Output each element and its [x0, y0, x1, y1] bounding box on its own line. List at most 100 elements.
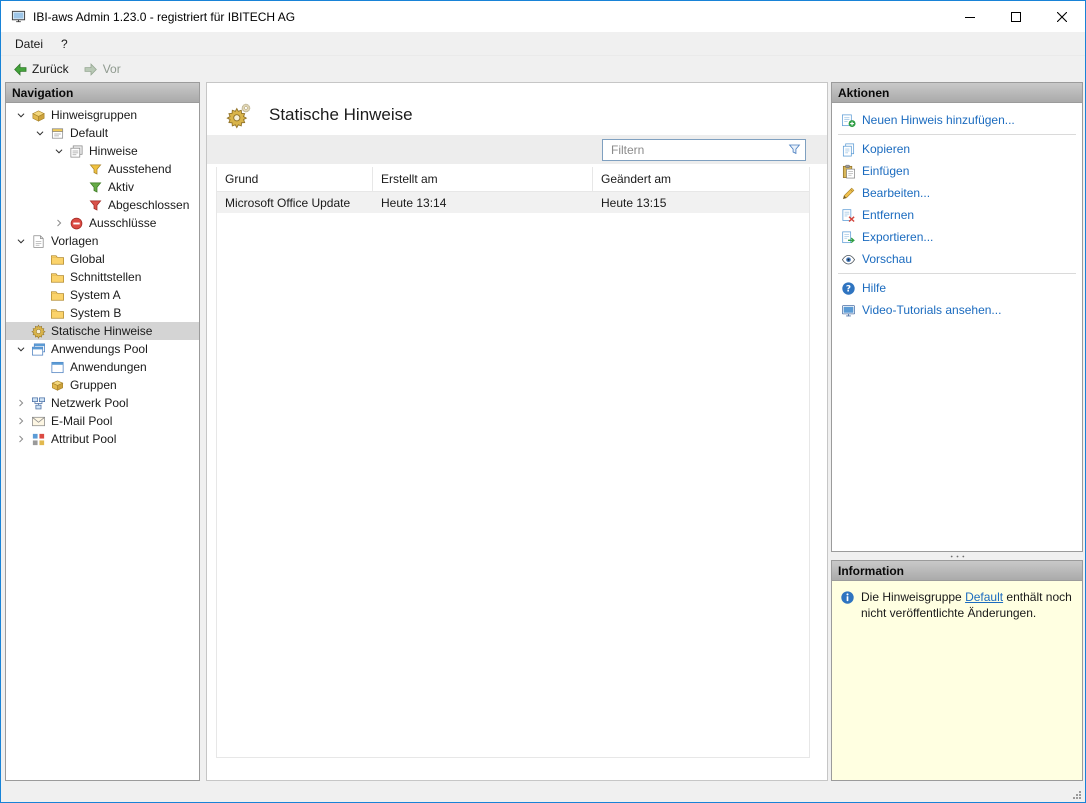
- forward-arrow-icon: [83, 61, 99, 77]
- export-icon: [840, 229, 856, 245]
- tree-item-statische-hinweise[interactable]: Statische Hinweise: [6, 322, 199, 340]
- tree-item-label: Vorlagen: [51, 234, 102, 248]
- tree-item-hinweise[interactable]: Hinweise: [6, 142, 199, 160]
- tree-item-label: Gruppen: [70, 378, 121, 392]
- chevron-right-icon[interactable]: [12, 413, 30, 429]
- tree-item-schnittstellen[interactable]: Schnittstellen: [6, 268, 199, 286]
- filter-funnel-icon[interactable]: [786, 142, 802, 158]
- funnel-green-icon: [87, 179, 103, 195]
- tree-item-default[interactable]: Default: [6, 124, 199, 142]
- tree-item-label: Hinweisgruppen: [51, 108, 141, 122]
- action-label[interactable]: Kopieren: [862, 142, 910, 156]
- maximize-button[interactable]: [993, 1, 1039, 32]
- separator: [838, 134, 1076, 135]
- action-vorschau[interactable]: Vorschau: [832, 248, 1082, 270]
- tree-item-gruppen[interactable]: Gruppen: [6, 376, 199, 394]
- navigation-panel: Navigation HinweisgruppenDefaultHinweise…: [5, 82, 200, 781]
- action-hilfe[interactable]: ?Hilfe: [832, 277, 1082, 299]
- action-neuen-hinweis-hinzufuegen[interactable]: Neuen Hinweis hinzufügen...: [832, 109, 1082, 131]
- chevron-right-icon[interactable]: [50, 215, 68, 231]
- action-label[interactable]: Neuen Hinweis hinzufügen...: [862, 113, 1015, 127]
- action-einfuegen[interactable]: Einfügen: [832, 160, 1082, 182]
- action-label[interactable]: Bearbeiten...: [862, 186, 930, 200]
- hint-groups-icon: [30, 107, 46, 123]
- tree-item-vorlagen[interactable]: Vorlagen: [6, 232, 199, 250]
- expander-spacer: [31, 269, 49, 285]
- column-header-erstellt-am[interactable]: Erstellt am: [373, 167, 593, 191]
- expander-spacer: [69, 179, 87, 195]
- action-exportieren[interactable]: Exportieren...: [832, 226, 1082, 248]
- table-header-row: GrundErstellt amGeändert am: [217, 167, 809, 192]
- tree-item-aktiv[interactable]: Aktiv: [6, 178, 199, 196]
- panel-splitter[interactable]: [831, 552, 1083, 560]
- app-pool-icon: [30, 341, 46, 357]
- tree-item-label: Ausschlüsse: [89, 216, 160, 230]
- column-header-geaendert-am[interactable]: Geändert am: [593, 167, 809, 191]
- action-entfernen[interactable]: Entfernen: [832, 204, 1082, 226]
- content-header: Statische Hinweise: [207, 83, 827, 135]
- folder-icon: [49, 305, 65, 321]
- tree-item-global[interactable]: Global: [6, 250, 199, 268]
- tree-item-label: Netzwerk Pool: [51, 396, 132, 410]
- tree-item-hinweisgruppen[interactable]: Hinweisgruppen: [6, 106, 199, 124]
- tree-item-anwendungs-pool[interactable]: Anwendungs Pool: [6, 340, 199, 358]
- menu-item-datei[interactable]: Datei: [6, 34, 52, 54]
- column-header-grund[interactable]: Grund: [217, 167, 373, 191]
- action-label[interactable]: Exportieren...: [862, 230, 933, 244]
- action-video-tutorials-ansehen[interactable]: Video-Tutorials ansehen...: [832, 299, 1082, 321]
- tree-item-ausschluesse[interactable]: Ausschlüsse: [6, 214, 199, 232]
- edit-icon: [840, 185, 856, 201]
- table-row[interactable]: Microsoft Office UpdateHeute 13:14Heute …: [217, 192, 809, 213]
- tree-item-e-mail-pool[interactable]: E-Mail Pool: [6, 412, 199, 430]
- default-group-link[interactable]: Default: [965, 590, 1003, 604]
- chevron-down-icon[interactable]: [12, 233, 30, 249]
- actions-panel: Aktionen Neuen Hinweis hinzufügen... Kopi…: [831, 82, 1083, 552]
- minimize-button[interactable]: [947, 1, 993, 32]
- chevron-down-icon[interactable]: [31, 125, 49, 141]
- tree-item-ausstehend[interactable]: Ausstehend: [6, 160, 199, 178]
- action-label[interactable]: Video-Tutorials ansehen...: [862, 303, 1001, 317]
- tree-item-label: Aktiv: [108, 180, 138, 194]
- exclusions-icon: [68, 215, 84, 231]
- tree-item-attribut-pool[interactable]: Attribut Pool: [6, 430, 199, 448]
- chevron-down-icon[interactable]: [12, 107, 30, 123]
- action-label[interactable]: Vorschau: [862, 252, 912, 266]
- action-label[interactable]: Entfernen: [862, 208, 914, 222]
- app-window: IBI-aws Admin 1.23.0 - registriert für I…: [0, 0, 1086, 803]
- actions-panel-header: Aktionen: [832, 83, 1082, 103]
- actions-list: Neuen Hinweis hinzufügen... Kopieren Einfü…: [832, 103, 1082, 551]
- expander-spacer: [12, 323, 30, 339]
- information-panel: Information Die Hinweisgruppe Default en…: [831, 560, 1083, 781]
- chevron-right-icon[interactable]: [12, 431, 30, 447]
- tree-item-label: Ausstehend: [108, 162, 175, 176]
- chevron-right-icon[interactable]: [12, 395, 30, 411]
- close-button[interactable]: [1039, 1, 1085, 32]
- static-hints-table: GrundErstellt amGeändert am Microsoft Of…: [216, 167, 810, 758]
- tree-item-netzwerk-pool[interactable]: Netzwerk Pool: [6, 394, 199, 412]
- video-icon: [840, 302, 856, 318]
- forward-button[interactable]: Vor: [77, 58, 127, 80]
- funnel-yellow-icon: [87, 161, 103, 177]
- tree-item-label: Statische Hinweise: [51, 324, 156, 338]
- back-button[interactable]: Zurück: [6, 58, 75, 80]
- action-bearbeiten[interactable]: Bearbeiten...: [832, 182, 1082, 204]
- action-label[interactable]: Hilfe: [862, 281, 886, 295]
- tree-item-label: Hinweise: [89, 144, 142, 158]
- tree-item-label: System A: [70, 288, 125, 302]
- content-panel: Statische Hinweise GrundErstellt amGeänd…: [206, 82, 828, 781]
- chevron-down-icon[interactable]: [12, 341, 30, 357]
- page-title: Statische Hinweise: [269, 105, 413, 125]
- menu-item-help[interactable]: ?: [52, 34, 77, 54]
- action-kopieren[interactable]: Kopieren: [832, 138, 1082, 160]
- chevron-down-icon[interactable]: [50, 143, 68, 159]
- resize-grip[interactable]: [1072, 790, 1082, 800]
- action-label[interactable]: Einfügen: [862, 164, 909, 178]
- expander-spacer: [31, 377, 49, 393]
- table-cell: Heute 13:15: [593, 196, 809, 210]
- tree-item-system-b[interactable]: System B: [6, 304, 199, 322]
- tree-item-system-a[interactable]: System A: [6, 286, 199, 304]
- static-hints-gear-icon: [224, 100, 256, 130]
- tree-item-abgeschlossen[interactable]: Abgeschlossen: [6, 196, 199, 214]
- filter-input[interactable]: [603, 143, 786, 157]
- tree-item-anwendungen[interactable]: Anwendungen: [6, 358, 199, 376]
